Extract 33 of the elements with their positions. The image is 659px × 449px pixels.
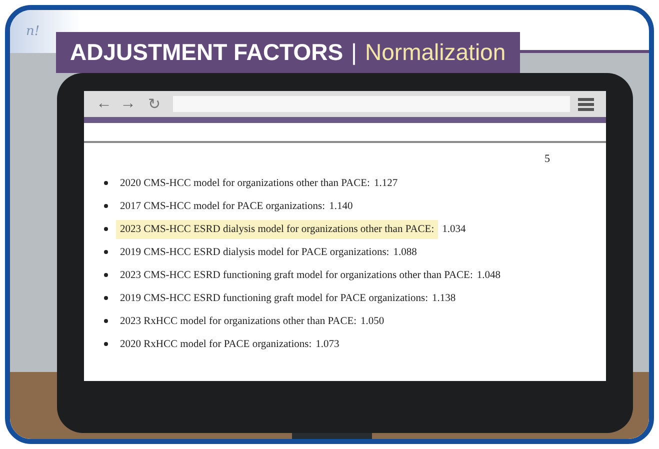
list-item-text: 2020 RxHCC model for PACE organizations: bbox=[120, 338, 312, 352]
list-item-value: 1.140 bbox=[329, 200, 353, 212]
bullet-icon bbox=[104, 181, 108, 185]
list-item-value: 1.127 bbox=[374, 176, 398, 190]
list-item-text: 2020 CMS-HCC model for organizations other than PACE: bbox=[120, 176, 370, 190]
reload-button[interactable]: ↻ bbox=[148, 96, 161, 112]
list-item-value: 1.048 bbox=[476, 268, 501, 282]
list-item-value: 1.050 bbox=[360, 314, 384, 328]
list-item-text: 2019 CMS-HCC ESRD functioning graft model for PACE organizations: bbox=[120, 292, 428, 306]
title-text: ADJUSTMENT FACTORS bbox=[70, 38, 344, 68]
subtitle-text: Normalization bbox=[365, 38, 506, 68]
list-item-text: 2023 CMS-HCC ESRD functioning graft model for organizations other than PACE: bbox=[120, 268, 473, 282]
bullet-icon bbox=[104, 296, 108, 300]
bullet-icon bbox=[104, 342, 108, 346]
bullet-icon bbox=[104, 227, 108, 231]
logo: n! bbox=[26, 23, 40, 41]
list-item-text: 2023 RxHCC model for organizations other than PACE: bbox=[120, 314, 357, 328]
list-item-value: 1.138 bbox=[432, 292, 456, 304]
list-item-text: 2019 CMS-HCC ESRD dialysis model for PACE organizations: bbox=[120, 246, 390, 260]
list-item-value: 1.088 bbox=[393, 246, 417, 258]
forward-button[interactable]: → bbox=[120, 96, 136, 112]
bullet-icon bbox=[104, 273, 108, 277]
bullet-icon bbox=[104, 319, 108, 323]
menu-icon[interactable] bbox=[578, 97, 594, 111]
title-separator: | bbox=[351, 38, 358, 68]
list-item-value: 1.073 bbox=[316, 338, 340, 350]
list-item-text: 2017 CMS-HCC model for PACE organizations: bbox=[120, 200, 326, 214]
list-item-text: 2023 CMS-HCC ESRD dialysis model for organizations other than PACE: bbox=[116, 220, 438, 238]
bullet-icon bbox=[104, 204, 108, 208]
bullet-icon bbox=[104, 250, 108, 254]
list-item-value: 1.034 bbox=[442, 222, 466, 236]
page-number: 5 bbox=[544, 152, 550, 167]
back-button[interactable]: ← bbox=[96, 96, 112, 112]
